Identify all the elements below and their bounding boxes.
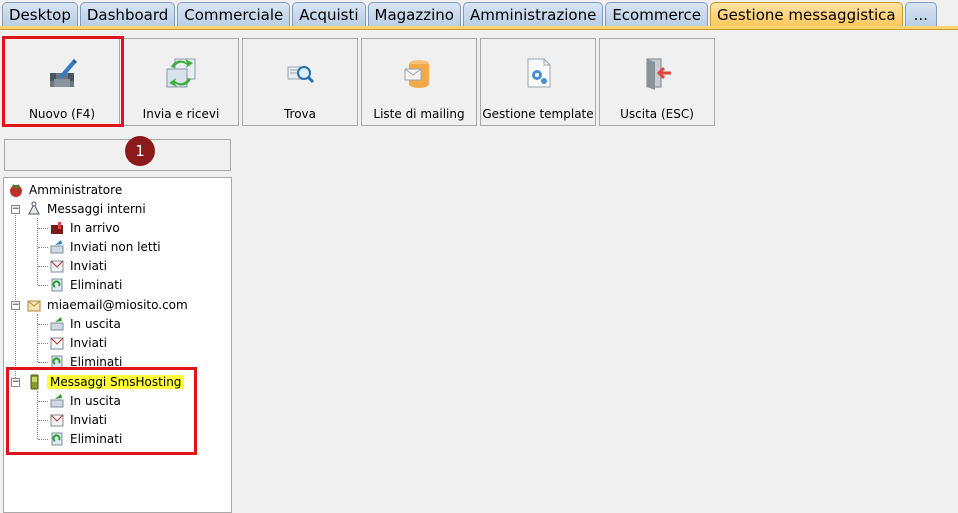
tree-folder-internal-messages[interactable]: Messaggi interni [25,199,146,218]
deleted-folder-icon [51,355,63,368]
tree-item-label: Inviati [70,335,107,350]
exit-button[interactable]: Uscita (ESC) [599,38,715,126]
collapse-toggle[interactable]: − [11,205,20,214]
compose-icon [50,59,77,87]
send-receive-button[interactable]: Invia e ricevi [123,38,239,126]
tree-item-label: Inviati [70,412,107,427]
internal-messages-icon [28,201,40,214]
tree-item-outbox[interactable]: In uscita [48,391,121,410]
tree-connector [38,324,48,325]
tree-connector [38,343,48,344]
tree-folder-label: miaemail@miosito.com [47,297,188,312]
tab-magazzino[interactable]: Magazzino [367,2,461,26]
tree-item-label: Eliminati [70,277,123,292]
tree-item-deleted[interactable]: Eliminati [48,352,122,371]
search-icon [287,66,315,84]
tree-connector [38,362,48,363]
mailing-lists-button[interactable]: Liste di mailing [361,38,477,126]
new-message-label: Nuovo (F4) [28,107,96,121]
mailing-lists-label: Liste di mailing [373,107,465,121]
ribbon-toolbar: Nuovo (F4) Invia e ricevi Trova Liste di… [4,38,715,126]
send-receive-label: Invia e ricevi [142,107,220,121]
sent-unread-icon [50,239,64,253]
tree-connector [38,266,48,267]
tree-connector [15,208,16,382]
tab-ecommerce[interactable]: Ecommerce [605,2,708,26]
tree-connector [37,314,38,362]
folder-filter-input[interactable] [4,139,231,171]
tree-item-label: Eliminati [70,431,123,446]
tree-folder-sms[interactable]: Messaggi SmsHosting [25,372,185,391]
deleted-folder-icon [51,278,63,291]
tree-folder-label: Messaggi interni [47,201,146,216]
tab-more[interactable]: ... [904,2,937,26]
tree-item-sent[interactable]: Inviati [48,410,107,429]
collapse-toggle[interactable]: − [11,301,20,310]
tree-item-label: Inviati [70,258,107,273]
tree-connector [38,247,48,248]
tree-item-sent[interactable]: Inviati [48,256,107,275]
tab-gestione-messaggistica[interactable]: Gestione messaggistica [710,2,903,26]
tree-item-label: Eliminati [70,354,123,369]
tree-item-label: In uscita [70,316,121,331]
tree-root-label: Amministratore [29,182,123,197]
tree-item-inbox[interactable]: In arrivo [48,218,120,237]
tree-item-deleted[interactable]: Eliminati [48,275,122,294]
sent-folder-icon [50,337,64,349]
sent-folder-icon [50,414,64,426]
tree-item-label: Inviati non letti [70,239,161,254]
tree-connector [38,228,48,229]
tab-acquisti[interactable]: Acquisti [292,2,366,26]
sent-folder-icon [50,260,64,272]
mobile-phone-icon [30,374,39,389]
tree-folder-email-account[interactable]: miaemail@miosito.com [25,295,188,314]
collapse-toggle[interactable]: − [11,378,20,387]
tab-desktop[interactable]: Desktop [2,2,78,26]
tree-connector [38,401,48,402]
tree-item-deleted[interactable]: Eliminati [48,429,122,448]
tab-amministrazione[interactable]: Amministrazione [462,2,604,26]
user-icon [10,183,22,197]
tree-item-sent-unread[interactable]: Inviati non letti [48,237,161,256]
template-gear-icon [527,58,551,88]
tree-item-outbox[interactable]: In uscita [48,314,121,333]
deleted-folder-icon [51,432,63,445]
tab-commerciale[interactable]: Commerciale [177,2,291,26]
find-label: Trova [283,107,317,121]
inbox-icon [51,221,63,234]
tree-connector [38,439,48,440]
tree-item-label: In arrivo [70,220,120,235]
tab-underline [0,26,958,30]
outbox-icon [50,393,64,407]
tree-connector [38,420,48,421]
email-account-icon [27,300,41,311]
exit-door-icon [646,58,671,90]
find-button[interactable]: Trova [242,38,358,126]
tree-item-label: In uscita [70,393,121,408]
tree-item-sent[interactable]: Inviati [48,333,107,352]
tree-root-node[interactable]: Amministratore [7,180,122,199]
new-message-button[interactable]: Nuovo (F4) [4,38,120,126]
send-receive-icon [166,58,196,88]
folder-tree: Amministratore − Messaggi interni In arr… [3,177,232,513]
tree-connector [37,391,38,439]
template-management-button[interactable]: Gestione template [480,38,596,126]
tree-folder-label: Messaggi SmsHosting [47,374,185,389]
database-mail-icon [404,60,429,88]
template-management-label: Gestione template [482,107,594,121]
tree-connector [38,285,48,286]
module-tab-bar: Desktop Dashboard Commerciale Acquisti M… [0,0,958,30]
tab-dashboard[interactable]: Dashboard [79,2,176,26]
exit-label: Uscita (ESC) [620,107,694,121]
outbox-icon [50,316,64,330]
step-number-badge: 1 [125,136,155,166]
